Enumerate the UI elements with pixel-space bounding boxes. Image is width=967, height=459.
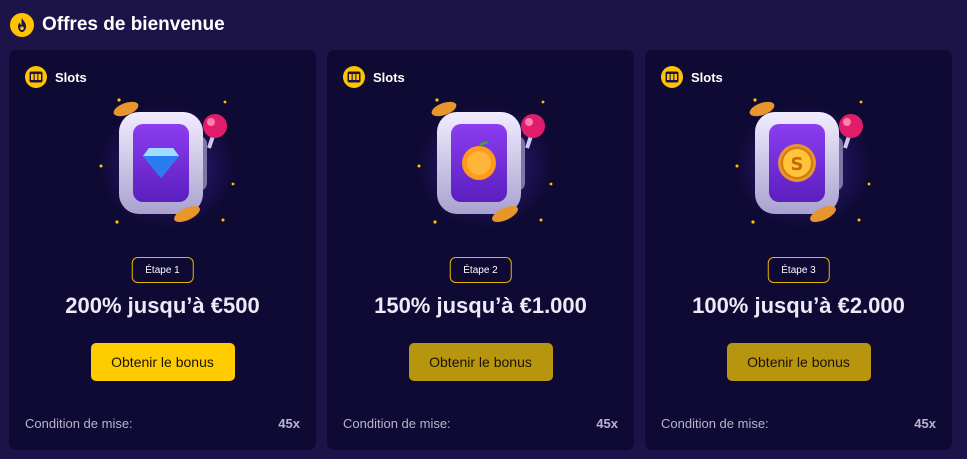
get-bonus-button[interactable]: Obtenir le bonus [408, 343, 553, 381]
offer-title: 150% jusqu’à €1.000 [374, 293, 587, 318]
welcome-offers-list: Slots Étape 1 200% jusqu’à €500 Obtenir … [9, 50, 952, 450]
card-category: Slots [661, 66, 723, 88]
section-header: Offres de bienvenue [10, 10, 225, 40]
wager-value: 45x [914, 416, 936, 431]
wager-condition-row: Condition de mise: 45x [25, 416, 300, 431]
offer-card-step-2: Slots Étape 2 150% jusqu’à €1.000 Obteni… [327, 50, 634, 450]
flame-icon [10, 13, 34, 37]
slot-machine-icon [661, 66, 683, 88]
slot-machine-coin-illustration: S [735, 98, 871, 228]
wager-label: Condition de mise: [343, 416, 451, 431]
slot-machine-icon [343, 66, 365, 88]
step-badge: Étape 2 [449, 257, 512, 283]
get-bonus-button[interactable]: Obtenir le bonus [726, 343, 871, 381]
slot-machine-diamond-illustration [99, 98, 235, 228]
wager-value: 45x [278, 416, 300, 431]
wager-label: Condition de mise: [25, 416, 133, 431]
offer-title: 200% jusqu’à €500 [65, 293, 260, 318]
category-label: Slots [691, 69, 723, 85]
slot-machine-icon [25, 66, 47, 88]
offer-card-step-3: Slots S Étape 3 100% jusqu’à €2.000 Obte… [645, 50, 952, 450]
get-bonus-button[interactable]: Obtenir le bonus [90, 343, 235, 381]
category-label: Slots [55, 69, 87, 85]
wager-value: 45x [596, 416, 618, 431]
step-badge: Étape 1 [131, 257, 194, 283]
category-label: Slots [373, 69, 405, 85]
offer-title: 100% jusqu’à €2.000 [692, 293, 905, 318]
wager-label: Condition de mise: [661, 416, 769, 431]
offer-card-step-1: Slots Étape 1 200% jusqu’à €500 Obtenir … [9, 50, 316, 450]
svg-text:S: S [791, 154, 804, 175]
wager-condition-row: Condition de mise: 45x [343, 416, 618, 431]
page-title: Offres de bienvenue [42, 14, 225, 35]
step-badge: Étape 3 [767, 257, 830, 283]
card-category: Slots [343, 66, 405, 88]
card-category: Slots [25, 66, 87, 88]
wager-condition-row: Condition de mise: 45x [661, 416, 936, 431]
slot-machine-orange-illustration [417, 98, 553, 228]
